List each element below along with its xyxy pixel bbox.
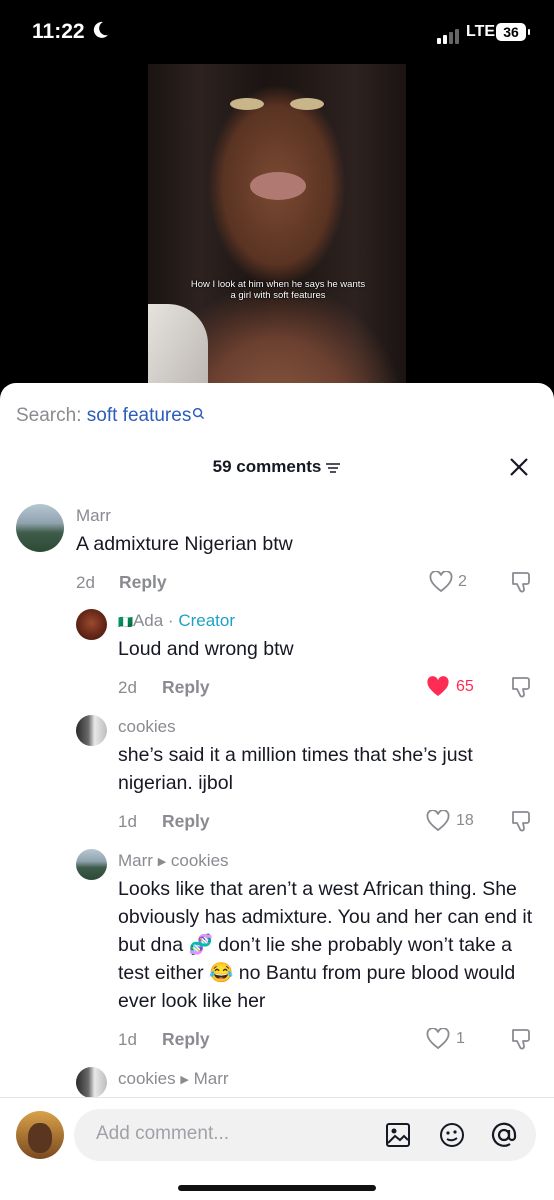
heart-icon[interactable]: [429, 571, 453, 593]
avatar[interactable]: [76, 1067, 107, 1098]
like-count: 65: [456, 678, 474, 695]
comment-input[interactable]: Add comment...: [74, 1109, 536, 1161]
video-clothing: [148, 304, 208, 384]
comment-username[interactable]: Marr: [76, 506, 111, 526]
dislike-icon[interactable]: [510, 570, 532, 594]
comments-count: 59 comments: [212, 457, 322, 476]
home-indicator: [178, 1185, 376, 1191]
comment-username[interactable]: Marr ▶ cookies: [118, 851, 229, 871]
image-icon[interactable]: [384, 1121, 412, 1149]
comments-header: 59 comments: [0, 457, 554, 477]
my-avatar[interactable]: [16, 1111, 64, 1159]
dislike-icon[interactable]: [510, 809, 532, 833]
comments-sheet: Search: soft features 59 comments Marr A…: [0, 383, 554, 1199]
heart-icon[interactable]: [426, 810, 450, 832]
reply-arrow-icon: ▶: [180, 1074, 189, 1087]
comment-username[interactable]: cookies: [118, 717, 176, 737]
sort-icon[interactable]: [325, 462, 341, 474]
reply-button[interactable]: Reply: [162, 1029, 210, 1050]
search-term[interactable]: soft features: [87, 405, 192, 426]
creator-badge: Creator: [178, 611, 235, 630]
dislike-icon[interactable]: [510, 1027, 532, 1051]
my-avatar-face: [28, 1123, 52, 1153]
comment-username[interactable]: 🇳🇬Ada · Creator: [118, 611, 235, 631]
comment-date: 2d: [118, 678, 137, 697]
search-icon: [193, 407, 205, 420]
avatar[interactable]: [16, 504, 64, 552]
reply-arrow-icon: ▶: [157, 856, 167, 869]
network-label: LTE: [466, 23, 496, 40]
like-count: 18: [456, 812, 474, 829]
comment-text: Loud and wrong btw: [118, 638, 294, 660]
comment-text: she’s said it a million times that she’s…: [118, 744, 473, 794]
like-count: 1: [456, 1030, 465, 1047]
search-suggestion[interactable]: Search: soft features: [16, 405, 205, 427]
comment-input-placeholder: Add comment...: [96, 1123, 230, 1144]
comment-username[interactable]: cookies ▶ Marr: [118, 1069, 229, 1089]
username-ada[interactable]: Ada: [133, 611, 163, 630]
emoji-icon[interactable]: [438, 1121, 466, 1149]
reply-to-user[interactable]: cookies: [171, 851, 229, 870]
separator: ·: [163, 611, 179, 630]
reply-button[interactable]: Reply: [162, 811, 210, 832]
heart-filled-icon[interactable]: [426, 676, 450, 698]
reply-button[interactable]: Reply: [162, 677, 210, 698]
status-bar: 11:22 LTE 36: [0, 0, 554, 64]
username-marr[interactable]: Marr: [118, 851, 153, 870]
avatar[interactable]: [76, 609, 107, 640]
avatar[interactable]: [76, 849, 107, 880]
video-caption: How I look at him when he says he wants …: [190, 279, 366, 301]
reply-to-user[interactable]: Marr: [194, 1069, 229, 1088]
comment-date: 1d: [118, 812, 137, 831]
close-icon[interactable]: [508, 456, 530, 478]
like-count: 2: [458, 573, 467, 590]
battery-icon: 36: [496, 23, 530, 41]
comment-text: A admixture Nigerian btw: [76, 533, 293, 555]
search-label: Search:: [16, 405, 82, 426]
username-cookies[interactable]: cookies: [118, 1069, 176, 1088]
at-icon[interactable]: [490, 1121, 518, 1149]
comment-text: Looks like that aren’t a west African th…: [118, 878, 533, 1012]
status-time: 11:22: [32, 20, 85, 43]
creator-flag-icon: 🇳🇬: [118, 615, 133, 629]
reply-button[interactable]: Reply: [119, 572, 167, 593]
signal-icon: [437, 26, 461, 44]
video-preview[interactable]: How I look at him when he says he wants …: [148, 64, 406, 384]
moon-icon: [93, 21, 108, 38]
heart-icon[interactable]: [426, 1028, 450, 1050]
comment-date: 2d: [76, 573, 95, 592]
comment-date: 1d: [118, 1030, 137, 1049]
avatar[interactable]: [76, 715, 107, 746]
video-eye-left: [230, 98, 264, 110]
video-lips: [250, 172, 306, 200]
dislike-icon[interactable]: [510, 675, 532, 699]
video-eye-right: [290, 98, 324, 110]
